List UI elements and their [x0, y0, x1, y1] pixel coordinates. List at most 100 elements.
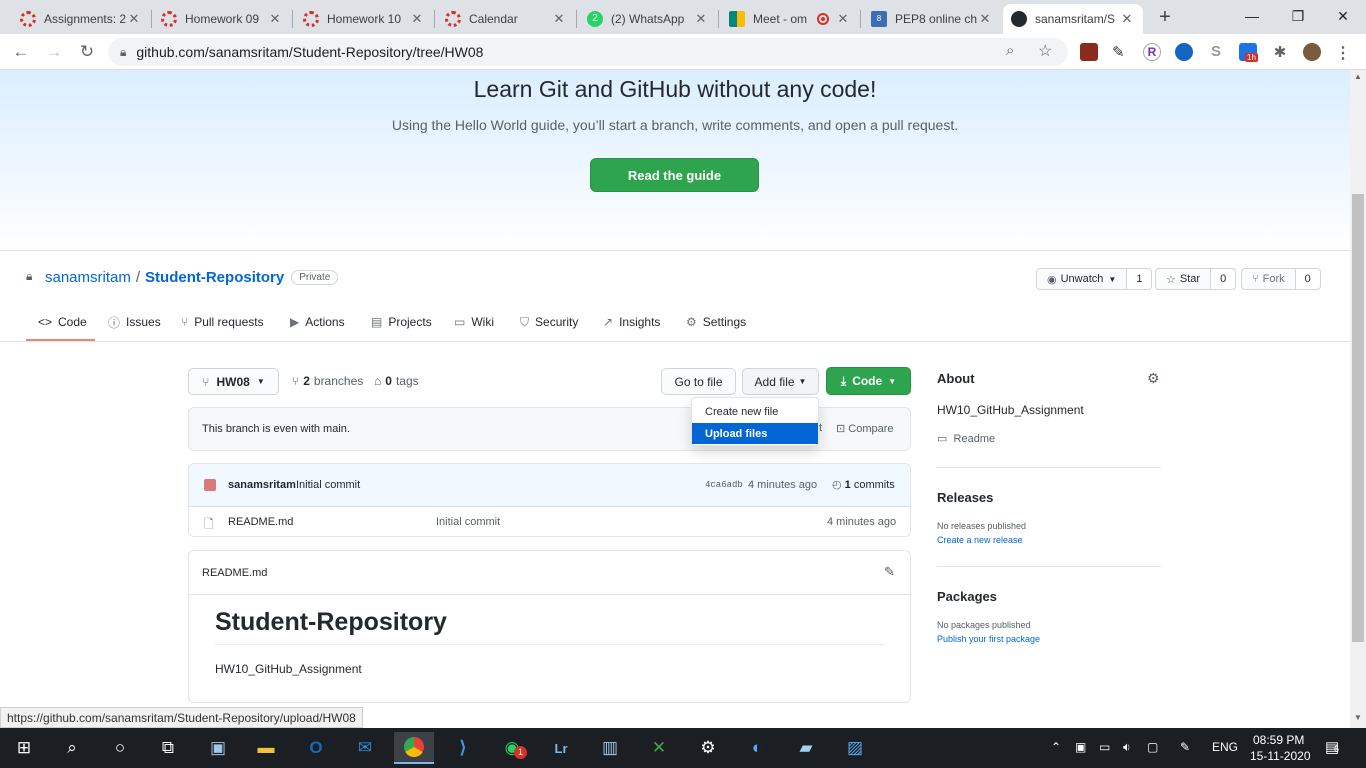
circle-extension-icon[interactable] [1175, 43, 1193, 61]
chrome-icon[interactable] [394, 732, 434, 764]
compare-link[interactable]: ⊡ Compare [836, 422, 894, 435]
close-icon[interactable]: ✕ [693, 11, 709, 27]
table-row[interactable]: 🗋︎ README.md Initial commit 4 minutes ag… [189, 508, 910, 536]
close-icon[interactable]: ✕ [551, 11, 567, 27]
close-icon[interactable]: ✕ [1119, 11, 1135, 27]
puzzle-extensions-icon[interactable]: ✱ [1271, 43, 1289, 61]
menu-kebab-icon[interactable]: ⋮ [1334, 43, 1352, 62]
close-icon[interactable]: ✕ [267, 11, 283, 27]
scrollbar-thumb[interactable] [1352, 194, 1364, 642]
commit-sha[interactable]: 4ca6adb [705, 480, 743, 490]
watch-button-group[interactable]: ◉ Unwatch ▼ 1 [1036, 268, 1153, 290]
browser-tab-calendar[interactable]: Calendar ✕ [437, 4, 575, 34]
tab-pull-requests[interactable]: ⑂ Pull requests [181, 313, 264, 331]
create-release-link[interactable]: Create a new release [937, 535, 1023, 545]
tags-link[interactable]: ⌂ 0 tags [374, 374, 419, 388]
commits-history-link[interactable]: ◴ 1 commits [832, 478, 895, 491]
file-name-link[interactable]: README.md [228, 516, 293, 528]
close-icon[interactable]: ✕ [126, 11, 142, 27]
tray-app-icon[interactable]: ▣ [1075, 740, 1086, 754]
scroll-down-icon[interactable]: ▼ [1354, 713, 1362, 722]
profile-avatar[interactable] [1303, 43, 1321, 61]
whatsapp-icon[interactable]: ◉ 1 [492, 732, 532, 764]
tab-issues[interactable]: ⓘ Issues [108, 313, 161, 331]
task-view-icon[interactable]: ⧉ [148, 732, 188, 764]
repo-name-link[interactable]: Student-Repository [145, 269, 284, 286]
close-icon[interactable]: ✕ [977, 11, 993, 27]
settings-gear-icon[interactable]: ⚙ [688, 732, 728, 764]
xampp-icon[interactable]: ✕ [639, 732, 679, 764]
commit-author[interactable]: sanamsritam [228, 479, 296, 491]
file-commit-message[interactable]: Initial commit [436, 516, 500, 528]
tab-security[interactable]: ⛉ Security [520, 313, 578, 331]
minimize-icon[interactable]: — [1229, 0, 1275, 32]
tab-settings[interactable]: ⚙ Settings [686, 313, 746, 331]
pen-extension-icon[interactable]: ✎ [1112, 43, 1130, 61]
notifications-icon[interactable]: ▤ 6 [1325, 738, 1339, 756]
back-icon[interactable]: ← [9, 40, 33, 64]
vscode-icon[interactable]: ⟩ [443, 732, 483, 764]
outlook-icon[interactable]: O [296, 732, 336, 764]
clock-date[interactable]: 15-11-2020 [1250, 749, 1311, 763]
remote-desktop-icon[interactable]: ▥ [590, 732, 630, 764]
network-icon[interactable]: ▢ [1147, 740, 1158, 754]
pencil-edit-icon[interactable]: ✎ [884, 564, 895, 580]
clock-time[interactable]: 08:59 PM [1253, 733, 1304, 747]
language-indicator[interactable]: ENG [1212, 740, 1238, 754]
cortana-icon[interactable]: ○ [100, 732, 140, 764]
go-to-file-button[interactable]: Go to file [661, 368, 736, 395]
add-file-button[interactable]: Add file ▼ [742, 368, 819, 395]
page-scrollbar[interactable]: ▲ ▼ [1350, 70, 1366, 728]
tab-actions[interactable]: ▶ Actions [290, 313, 345, 331]
star-count[interactable]: 0 [1211, 269, 1236, 289]
branches-link[interactable]: ⑂ 2 branches [292, 374, 363, 388]
watch-count[interactable]: 1 [1127, 269, 1152, 289]
new-tab-button[interactable]: + [1154, 6, 1176, 28]
upload-files-item[interactable]: Upload files [692, 423, 818, 444]
fork-button-group[interactable]: ⑂ Fork 0 [1241, 268, 1321, 290]
browser-tab-meet[interactable]: Meet - om ✕ [721, 4, 859, 34]
pen-icon[interactable]: ✎ [1180, 740, 1190, 754]
lightroom-icon[interactable]: Lr [541, 732, 581, 764]
scroll-up-icon[interactable]: ▲ [1354, 72, 1362, 81]
tab-projects[interactable]: ▤ Projects [371, 313, 432, 331]
file-explorer-icon[interactable]: ▬ [246, 732, 286, 764]
photos-icon[interactable]: ▨ [835, 732, 875, 764]
browser-tab-pep8[interactable]: 8 PEP8 online ch ✕ [863, 4, 1001, 34]
fork-count[interactable]: 0 [1295, 269, 1320, 289]
browser-tab-homework-10[interactable]: Homework 10 ✕ [295, 4, 433, 34]
browser-tab-assignments[interactable]: Assignments: 2 ✕ [12, 4, 150, 34]
address-bar[interactable]: 🔒︎ github.com/sanamsritam/Student-Reposi… [108, 38, 1068, 66]
mail-icon[interactable]: ✉ [345, 732, 385, 764]
browser-tab-whatsapp[interactable]: 2 (2) WhatsApp ✕ [579, 4, 717, 34]
reload-icon[interactable]: ↻ [75, 40, 99, 64]
battery-icon[interactable]: ▭ [1099, 740, 1110, 754]
forward-icon[interactable]: → [42, 40, 66, 64]
r-extension-icon[interactable]: R [1143, 43, 1161, 61]
code-download-button[interactable]: ⤓ Code ▼ [826, 367, 911, 395]
window-close-icon[interactable]: ✕ [1320, 0, 1366, 32]
edge-icon[interactable]: ◐ [737, 732, 777, 764]
tab-code[interactable]: <> Code [38, 313, 87, 331]
tab-wiki[interactable]: ▭ Wiki [454, 313, 494, 331]
search-icon[interactable]: ⌕ [52, 732, 92, 764]
branch-selector[interactable]: ⑂ HW08 ▼ [188, 368, 279, 395]
windows-start-icon[interactable]: ⊞ [4, 732, 44, 764]
close-icon[interactable]: ✕ [835, 11, 851, 27]
read-the-guide-button[interactable]: Read the guide [590, 158, 759, 192]
restore-icon[interactable]: ❐ [1275, 0, 1321, 32]
chevron-up-icon[interactable]: ⌃ [1051, 740, 1061, 754]
calendar-extension-icon[interactable]: 1h [1239, 43, 1258, 62]
browser-tab-homework-09[interactable]: Homework 09 ✕ [153, 4, 291, 34]
repo-owner-link[interactable]: sanamsritam [45, 269, 131, 286]
pull-request-link[interactable]: t [819, 422, 822, 434]
create-new-file-item[interactable]: Create new file [705, 406, 778, 418]
star-button-group[interactable]: ☆ Star 0 [1155, 268, 1237, 290]
volume-icon[interactable]: 🔉︎ [1123, 740, 1131, 755]
tab-insights[interactable]: ↗ Insights [603, 313, 660, 331]
s-extension-icon[interactable]: S [1207, 43, 1225, 61]
commit-message[interactable]: Initial commit [296, 479, 360, 491]
sticky-notes-icon[interactable]: ▰ [786, 732, 826, 764]
extension-icon[interactable] [1080, 43, 1098, 61]
browser-tab-github[interactable]: sanamsritam/S ✕ [1003, 4, 1143, 34]
